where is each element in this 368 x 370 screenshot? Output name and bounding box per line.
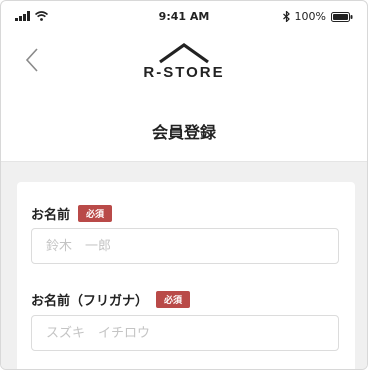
page-title: 会員登録	[151, 123, 216, 142]
furigana-input[interactable]	[31, 315, 339, 351]
form-card: お名前 必須 お名前（フリガナ） 必須	[17, 182, 355, 369]
header: R-STORE 会員登録	[1, 31, 367, 161]
furigana-label: お名前（フリガナ）	[31, 294, 149, 309]
name-input[interactable]	[31, 228, 339, 264]
battery-percent: 100%	[294, 10, 326, 23]
logo-text: R-STORE	[143, 64, 225, 81]
status-bar: 9:41 AM 100%	[1, 1, 367, 35]
name-label: お名前	[31, 208, 71, 223]
required-badge: 必須	[78, 205, 113, 222]
battery-icon	[331, 11, 353, 22]
bluetooth-icon	[282, 11, 290, 22]
status-right: 100%	[282, 10, 353, 23]
furigana-label-row: お名前（フリガナ） 必須	[31, 290, 191, 309]
app-frame: 9:41 AM 100% R-STORE 会員登録 お名前 必須 鈴木 一郎 お…	[0, 0, 368, 370]
name-label-row: お名前 必須	[31, 204, 113, 223]
required-badge: 必須	[156, 291, 191, 308]
